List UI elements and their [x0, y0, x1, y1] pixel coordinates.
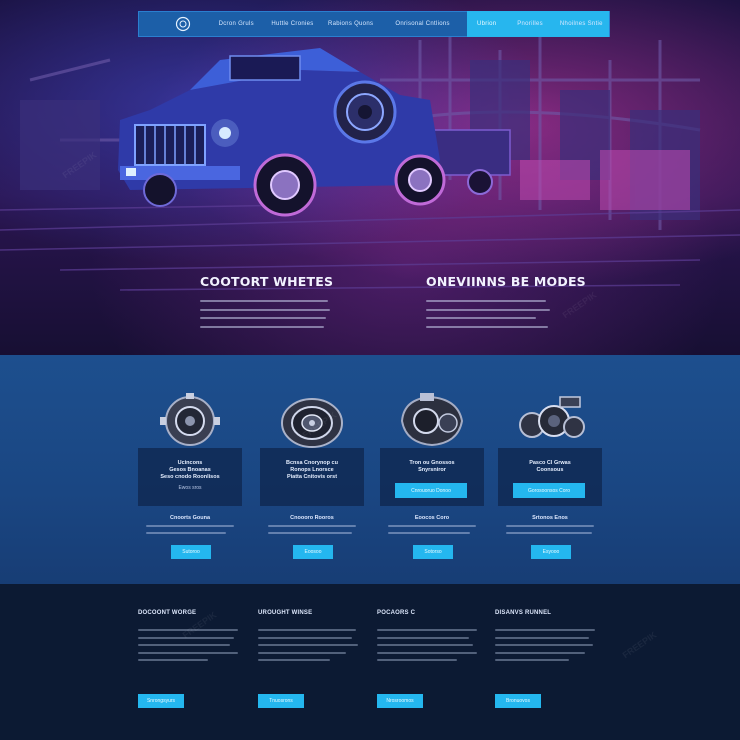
product-description — [146, 525, 234, 539]
gear-set-part-image — [519, 396, 585, 438]
gearbox-part-image — [400, 393, 464, 447]
hero-section: Dcron Gruls Huttle Cronies Rabions Quons… — [0, 0, 740, 355]
footer-button[interactable]: Nrosroomos — [377, 694, 423, 708]
nav-item-4[interactable]: Onrisonal Cntlions — [378, 11, 467, 37]
footer-section: DOCOONT WORGE Snrongsyurs UROUGHT WINSE … — [0, 584, 740, 740]
hero-left-title: COOTORT WHETES — [200, 274, 334, 289]
hero-left-column: COOTORT WHETES — [200, 274, 334, 334]
footer-column: DISANVS RUNNEL Bronuovos — [495, 610, 599, 708]
product-info-box: Ucincons Gesos Bnoanas Seso cnodo Roonli… — [138, 448, 242, 506]
footer-column-title: POCAORS C — [377, 610, 416, 616]
engine-part-image — [160, 393, 220, 446]
footer-column-links — [495, 629, 599, 661]
product-subheading: Eoocos Coro — [414, 515, 450, 521]
hero-truck-illustration — [0, 30, 740, 291]
product-subheading: Cnoorts Gouna — [169, 515, 211, 521]
footer-column-title: DOCOONT WORGE — [138, 610, 197, 616]
footer-column: DOCOONT WORGE Snrongsyurs — [138, 610, 242, 708]
product-title: Bcnsa Cnorynop cu Ronops Lnorsce Piatta … — [286, 460, 338, 480]
footer-column: UROUGHT WINSE Tnuosrons — [258, 610, 362, 708]
footer-button[interactable]: Bronuovos — [495, 694, 541, 708]
footer-column-links — [377, 629, 481, 661]
product-subheading: Srtonos Enos — [532, 515, 568, 521]
nav-item-6[interactable]: Pnorilles — [506, 11, 554, 37]
nav-item-3[interactable]: Rabions Quons — [323, 11, 378, 37]
product-subtitle: Ewos sros — [178, 485, 202, 491]
footer-column-title: DISANVS RUNNEL — [495, 610, 552, 616]
footer-column-links — [138, 629, 242, 661]
nav-item-2[interactable]: Huttle Cronies — [262, 11, 323, 37]
footer-button[interactable]: Tnuosrons — [258, 694, 304, 708]
product-cta-button[interactable]: Gorosoonsos Coro — [513, 483, 585, 498]
product-description — [388, 525, 476, 539]
product-title: Tron ou Gnossos Snyrsniror — [409, 460, 455, 473]
product-title: Pasco Cl Grwas Coonsous — [529, 460, 571, 473]
product-more-button[interactable]: Sutoroo — [171, 545, 211, 559]
logo-icon[interactable] — [169, 11, 197, 37]
nav-item-1[interactable]: Dcron Gruls — [211, 11, 262, 37]
hero-right-text — [426, 300, 551, 328]
turbine-part-image — [281, 398, 343, 448]
nav-item-5-active[interactable]: Ubrion — [467, 11, 507, 37]
product-info-box: Bcnsa Cnorynop cu Ronops Lnorsce Piatta … — [260, 448, 364, 506]
product-more-button[interactable]: Eoosoo — [293, 545, 333, 559]
product-description — [268, 525, 356, 539]
product-cta-button[interactable]: Cnrouoruo Donoo — [395, 483, 467, 498]
products-section: Ucincons Gesos Bnoanas Seso cnodo Roonli… — [0, 355, 740, 584]
product-subheading: Cnoooro Rooros — [290, 515, 334, 521]
product-more-button[interactable]: Esyooo — [531, 545, 571, 559]
footer-button[interactable]: Snrongsyurs — [138, 694, 184, 708]
product-more-button[interactable]: Sotorso — [413, 545, 453, 559]
product-description — [506, 525, 594, 539]
hero-left-text — [200, 300, 330, 328]
hero-right-title: ONEVIINNS BE MODES — [426, 274, 586, 289]
hero-right-column: ONEVIINNS BE MODES — [426, 274, 586, 334]
top-navbar: Dcron Gruls Huttle Cronies Rabions Quons… — [138, 11, 610, 37]
nav-item-7[interactable]: Nhoilnes Sntie — [553, 11, 609, 37]
footer-column-title: UROUGHT WINSE — [258, 610, 313, 616]
footer-column-links — [258, 629, 362, 661]
footer-column: POCAORS C Nrosroomos — [377, 610, 481, 708]
product-title: Ucincons Gesos Bnoanas Seso cnodo Roonli… — [160, 460, 220, 480]
